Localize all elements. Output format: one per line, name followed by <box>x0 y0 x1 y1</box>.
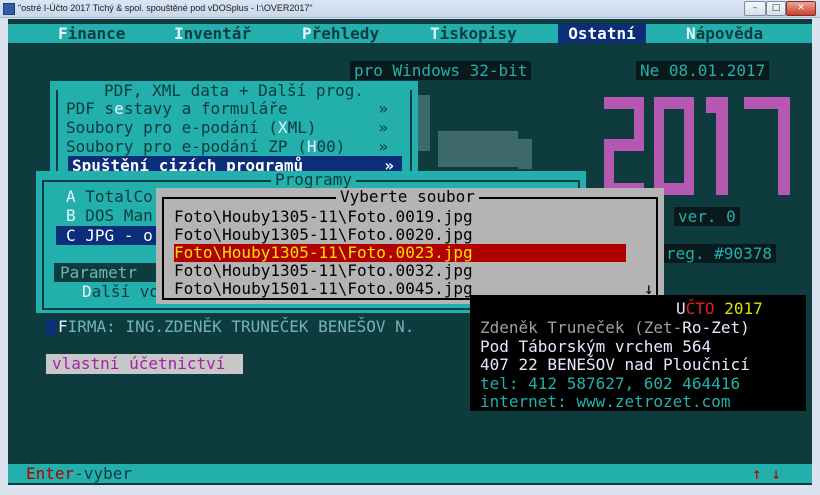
menu-hotkey: N <box>686 24 696 43</box>
status-enter-hint: Enter-vyber <box>26 464 132 483</box>
author-website: internet: www.zetrozet.com <box>480 392 731 411</box>
menu-hotkey: F <box>58 24 68 43</box>
file-list-item-selected[interactable]: Foto\Houby1305-11\Foto.0023.jpg <box>174 244 626 262</box>
menu-ostatni[interactable]: Ostatní <box>558 24 646 43</box>
firma-marker <box>46 319 56 335</box>
file-picker-title: Vyberte soubor <box>336 188 479 206</box>
author-name: Zdeněk Truneček (Zet-Ro-Zet) <box>480 318 750 337</box>
background-graphic <box>418 95 430 151</box>
background-graphic <box>438 131 518 167</box>
program-parameters[interactable]: Parametr <box>54 263 164 282</box>
version-label: ver. 0 <box>674 207 740 226</box>
menu-label: iskopisy <box>439 24 517 43</box>
background-graphic <box>518 139 532 169</box>
file-list-item[interactable]: Foto\Houby1305-11\Foto.0019.jpg <box>174 208 626 226</box>
pdf-xml-menu: PDF, XML data + Další prog. PDF sestavy … <box>50 81 418 179</box>
menu-label: řehledy <box>311 24 380 43</box>
program-item-c[interactable]: C JPG - o <box>56 226 170 245</box>
menu-hotkey: I <box>174 24 184 43</box>
program-item-a[interactable]: A TotalCo <box>66 187 153 206</box>
program-item-b[interactable]: B DOS Man <box>66 206 153 225</box>
date-label: Ne 08.01.2017 <box>636 61 770 80</box>
author-city: 407 22 BENEŠOV nad Ploučnicí <box>480 355 750 374</box>
file-list-item[interactable]: Foto\Houby1305-11\Foto.0032.jpg <box>174 262 626 280</box>
menu-napoveda[interactable]: Nápověda <box>686 24 763 43</box>
file-picker-dialog: Vyberte soubor Foto\Houby1305-11\Foto.00… <box>156 188 664 304</box>
product-name: UČTO 2017 <box>676 299 763 318</box>
menu-item-pdf-sestavy[interactable]: PDF sestavy a formuláře» <box>66 99 396 118</box>
maximize-button[interactable]: □ <box>766 1 786 16</box>
submenu-arrow-icon: » <box>378 99 388 118</box>
submenu-arrow-icon: » <box>378 137 388 156</box>
menu-label: ápověda <box>695 24 764 43</box>
app-icon <box>3 3 15 15</box>
navigation-arrows-icon: ↑ ↓ <box>752 464 781 483</box>
author-street: Pod Táborským vrchem 564 <box>480 337 712 356</box>
menu-label: nventář <box>183 24 252 43</box>
pdf-menu-title: PDF, XML data + Další prog. <box>50 81 418 101</box>
menu-item-e-podani-zp[interactable]: Soubory pro e-podání ZP (H00)» <box>66 137 396 156</box>
submenu-arrow-icon: » <box>378 118 388 137</box>
console-screen: Finance Inventář Přehledy Tiskopisy Osta… <box>8 19 812 485</box>
accounting-type-label: vlastní účetnictví <box>46 354 243 374</box>
file-list-item[interactable]: Foto\Houby1305-11\Foto.0020.jpg <box>174 226 626 244</box>
window-title: "ostré I-Účto 2017 Tichý & spol. spouště… <box>18 3 313 13</box>
minimize-button[interactable]: – <box>744 1 766 16</box>
menu-prehledy[interactable]: Přehledy <box>302 24 379 43</box>
program-dalsi[interactable]: Další vo <box>82 282 159 301</box>
year-logo-2017 <box>604 97 794 195</box>
menu-tiskopisy[interactable]: Tiskopisy <box>430 24 517 43</box>
registration-label: reg. #90378 <box>662 244 776 263</box>
menu-finance[interactable]: Finance <box>58 24 125 43</box>
menu-hotkey: P <box>302 24 312 43</box>
maximize-icon: □ <box>771 3 781 13</box>
menu-hotkey: T <box>430 24 440 43</box>
menu-label: Ostatní <box>568 24 636 43</box>
menu-label: inance <box>67 24 126 43</box>
menu-item-e-podani-xml[interactable]: Soubory pro e-podání (XML)» <box>66 118 396 137</box>
menu-inventar[interactable]: Inventář <box>174 24 251 43</box>
close-icon: ✕ <box>797 3 805 13</box>
window-titlebar[interactable]: "ostré I-Účto 2017 Tichý & spol. spouště… <box>0 0 820 18</box>
product-info-box: UČTO 2017 Zdeněk Truneček (Zet-Ro-Zet) P… <box>470 295 806 411</box>
platform-label: pro Windows 32-bit <box>350 61 532 80</box>
company-name: FIRMA: ING.ZDENĚK TRUNEČEK BENEŠOV N. <box>58 317 415 336</box>
minimize-icon: – <box>752 3 758 13</box>
close-button[interactable]: ✕ <box>786 1 816 16</box>
menubar: Finance Inventář Přehledy Tiskopisy Osta… <box>8 24 812 43</box>
author-phone: tel: 412 587627, 602 464416 <box>480 374 741 393</box>
status-bar: Enter-vyber ↑ ↓ <box>8 464 812 483</box>
